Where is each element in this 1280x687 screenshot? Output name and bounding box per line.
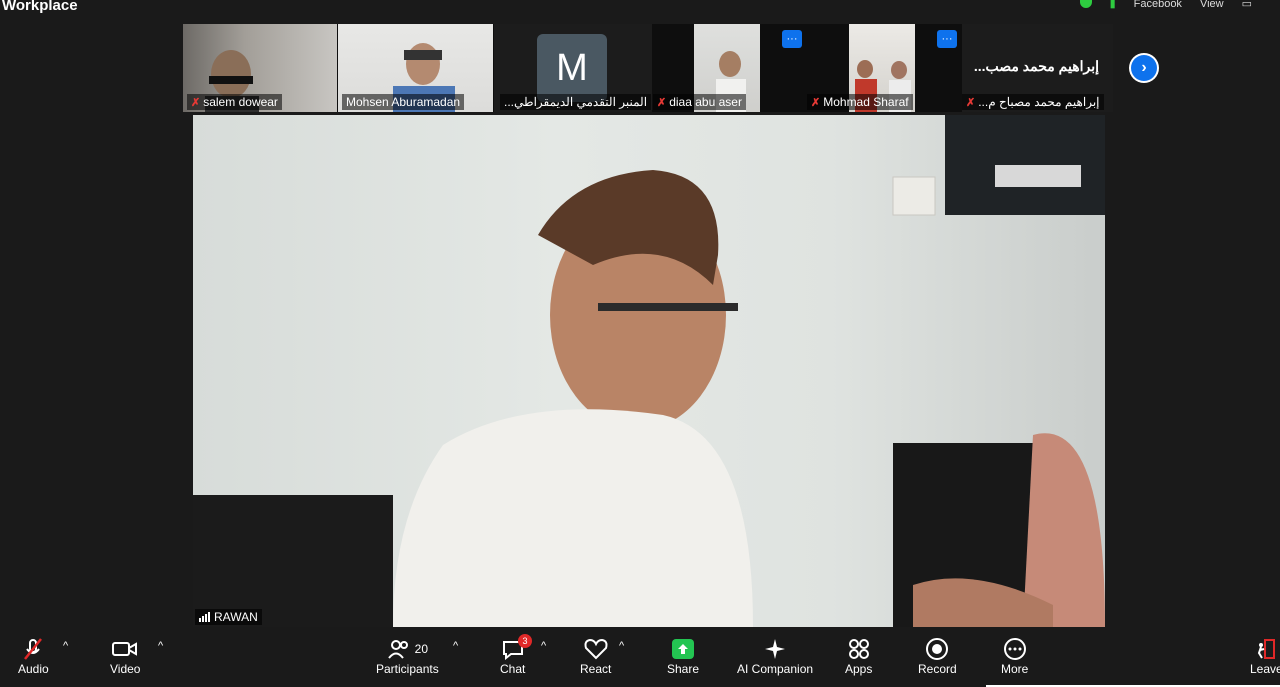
- apps-button[interactable]: Apps: [845, 636, 872, 676]
- top-right-controls: ▮ Facebook View ▭: [1079, 0, 1252, 11]
- participant-name-text: ...إبراهيم محمد مصباح م: [978, 95, 1100, 109]
- record-button[interactable]: Record: [918, 636, 957, 676]
- react-options-caret[interactable]: ^: [619, 640, 624, 652]
- participants-icon: 20: [387, 636, 428, 662]
- participants-count: 20: [414, 642, 429, 656]
- chevron-right-icon: ›: [1131, 55, 1157, 81]
- participant-name: ✗ ...إبراهيم محمد مصباح م: [962, 94, 1104, 110]
- view-menu[interactable]: View: [1200, 0, 1224, 10]
- heart-icon: [583, 636, 609, 662]
- participant-name-text: Mohmad Sharaf: [823, 95, 909, 109]
- speaker-name-label: RAWAN: [195, 609, 262, 625]
- participant-name: ✗ diaa abu aser: [653, 94, 746, 110]
- muted-mic-icon: ✗: [657, 96, 667, 109]
- participant-tile[interactable]: Mohsen Aburamadan: [338, 24, 493, 112]
- active-speaker-video: RAWAN: [193, 115, 1105, 627]
- video-label: Video: [110, 662, 141, 676]
- apps-label: Apps: [845, 662, 873, 676]
- title-bar: Workplace ▮ Facebook View ▭: [0, 0, 1280, 22]
- participant-tile[interactable]: ✗ diaa abu aser ···: [653, 24, 806, 112]
- muted-mic-icon: ✗: [811, 96, 821, 109]
- audio-button[interactable]: Audio: [18, 636, 49, 676]
- ai-companion-button[interactable]: AI Companion: [737, 636, 813, 676]
- more-dots-icon: [1003, 636, 1027, 662]
- participant-tile[interactable]: ...إبراهيم محمد مصب ✗ ...إبراهيم محمد مص…: [962, 24, 1113, 112]
- share-button[interactable]: Share: [667, 636, 699, 676]
- tile-more-button[interactable]: ···: [782, 30, 802, 48]
- signal-icon: ▮: [1109, 0, 1116, 10]
- participant-name: ✗ Mohmad Sharaf: [807, 94, 913, 110]
- share-label: Share: [667, 662, 700, 676]
- audio-options-caret[interactable]: ^: [63, 640, 68, 652]
- more-label: More: [1001, 662, 1029, 676]
- chat-unread-badge: 3: [518, 634, 532, 648]
- facebook-menu[interactable]: Facebook: [1134, 0, 1182, 10]
- participant-name-text: diaa abu aser: [669, 95, 742, 109]
- record-label: Record: [918, 662, 957, 676]
- ai-companion-label: AI Companion: [737, 662, 814, 676]
- video-options-caret[interactable]: ^: [158, 640, 163, 652]
- speaker-name: RAWAN: [214, 610, 258, 624]
- chat-label: Chat: [500, 662, 526, 676]
- signal-strength-icon: [199, 612, 210, 622]
- participant-name: Mohsen Aburamadan: [342, 94, 465, 110]
- tile-more-button[interactable]: ···: [937, 30, 957, 48]
- participants-button[interactable]: 20 Participants: [376, 636, 439, 676]
- participant-name: ...المنبر التقدمي الديمقراطي: [500, 94, 652, 110]
- participant-display-name: ...إبراهيم محمد مصب: [973, 58, 1099, 74]
- sparkle-icon: [763, 636, 787, 662]
- participant-name-text: Mohsen Aburamadan: [346, 95, 461, 109]
- security-shield-icon[interactable]: [1079, 0, 1092, 11]
- next-page-button[interactable]: ›: [1129, 53, 1159, 83]
- participants-options-caret[interactable]: ^: [453, 640, 458, 652]
- window-icon[interactable]: ▭: [1242, 0, 1252, 10]
- react-button[interactable]: React: [580, 636, 611, 676]
- share-screen-icon: [672, 636, 695, 662]
- leave-door-icon: [1254, 636, 1278, 662]
- more-button[interactable]: More: [1001, 636, 1028, 676]
- video-button[interactable]: Video: [110, 636, 140, 676]
- audio-label: Audio: [18, 662, 49, 676]
- participant-strip: ✗ salem dowear Mohsen Aburamadan M ...ال…: [183, 24, 1113, 112]
- participant-tile[interactable]: ✗ Mohmad Sharaf ···: [807, 24, 961, 112]
- apps-grid-icon: [847, 636, 871, 662]
- muted-mic-icon: [21, 636, 45, 662]
- record-icon: [925, 636, 949, 662]
- participant-tile[interactable]: M ...المنبر التقدمي الديمقراطي: [494, 24, 652, 112]
- participant-name-text: ...المنبر التقدمي الديمقراطي: [504, 95, 648, 109]
- speaker-scene: [193, 115, 1105, 627]
- leave-button[interactable]: Leave: [1250, 636, 1280, 676]
- participant-avatar: M: [537, 34, 607, 102]
- react-label: React: [580, 662, 612, 676]
- muted-mic-icon: ✗: [966, 96, 976, 109]
- video-camera-icon: [111, 636, 139, 662]
- chat-options-caret[interactable]: ^: [541, 640, 546, 652]
- participant-name-text: salem dowear: [203, 95, 278, 109]
- participant-name: ✗ salem dowear: [187, 94, 282, 110]
- meeting-toolbar: Audio ^ Video ^ 20 Participants ^ Chat 3…: [0, 630, 1280, 687]
- leave-label: Leave: [1250, 662, 1280, 676]
- participants-label: Participants: [376, 662, 439, 676]
- participant-tile[interactable]: ✗ salem dowear: [183, 24, 337, 112]
- muted-mic-icon: ✗: [191, 96, 201, 109]
- app-title: Workplace: [2, 0, 78, 14]
